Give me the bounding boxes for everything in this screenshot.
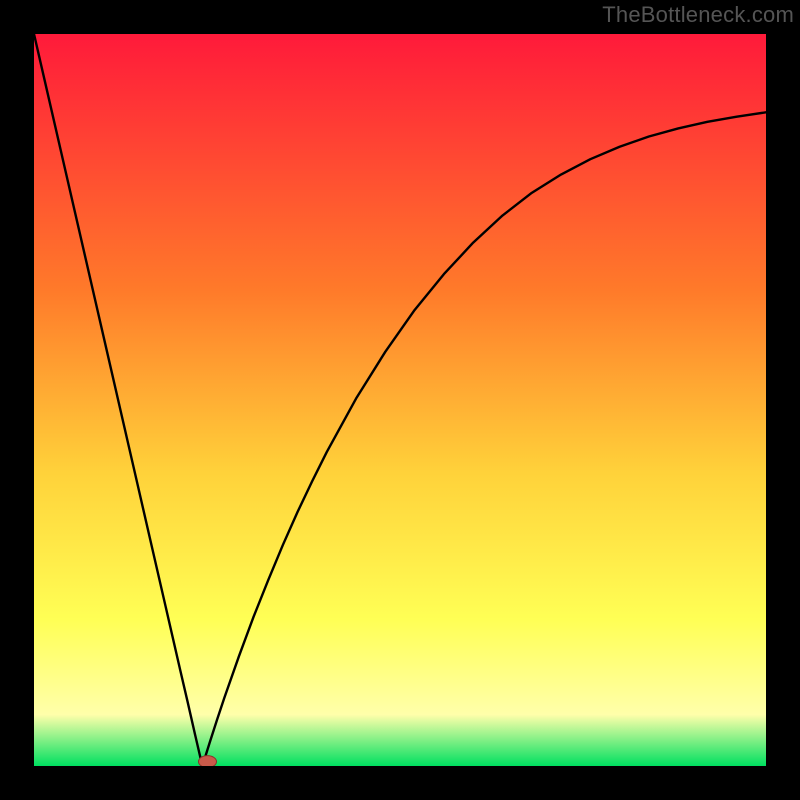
gradient-background xyxy=(34,34,766,766)
plot-area xyxy=(34,34,766,766)
plot-frame xyxy=(34,34,766,766)
chart-outer-frame: TheBottleneck.com xyxy=(0,0,800,800)
optimum-marker xyxy=(198,756,216,766)
watermark-text: TheBottleneck.com xyxy=(602,2,794,28)
bottleneck-chart-svg xyxy=(34,34,766,766)
